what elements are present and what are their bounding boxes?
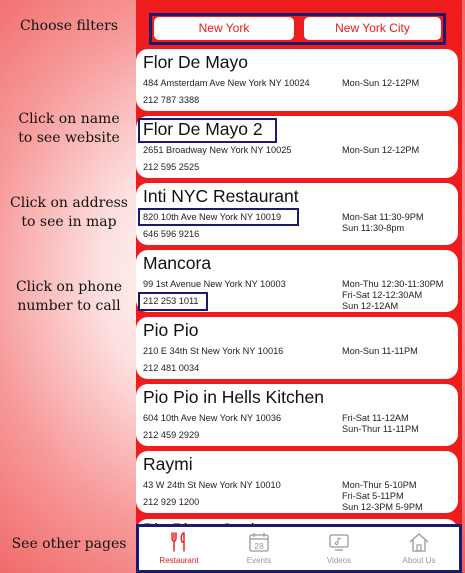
tab-bar: Restaurant 28 Events Videos About Us [136, 524, 462, 573]
restaurant-card: Pio Pio 210 E 34th St New York NY 10016 … [136, 317, 458, 379]
restaurant-phone-link[interactable]: 212 481 0034 [143, 363, 199, 373]
restaurant-name-link[interactable]: Flor De Mayo [143, 52, 248, 73]
restaurant-hours: Mon-Thu 12:30-11:30PM Fri-Sat 12-12:30AM… [342, 279, 443, 312]
annotation-text: to see website [18, 130, 120, 146]
hours-line: Mon-Sat 11:30-9PM [342, 212, 424, 222]
video-icon [329, 534, 349, 551]
hours-line: Fri-Sat 11-12AM [342, 413, 409, 423]
annotation-text: to see in map [21, 214, 117, 230]
annotation-text: Click on address [10, 195, 128, 211]
hours-line: Mon-Thu 12:30-11:30PM [342, 279, 444, 289]
tab-videos[interactable]: Videos [299, 527, 379, 570]
hours-line: Sun-Thur 11-11PM [342, 424, 419, 434]
restaurant-phone-link[interactable]: 212 253 1011 [143, 296, 199, 306]
restaurant-hours: Fri-Sat 11-12AM Sun-Thur 11-11PM [342, 413, 419, 435]
fork-knife-icon [171, 532, 185, 552]
restaurant-address-link[interactable]: 210 E 34th St New York NY 10016 [143, 346, 283, 356]
calendar-day: 28 [254, 541, 264, 551]
hours-line: Fri-Sat 5-11PM [342, 491, 404, 501]
state-filter-button[interactable]: New York [154, 17, 294, 40]
restaurant-name-link[interactable]: Pio Pio [143, 320, 198, 341]
annotation-click-phone: Click on phone number to call [0, 278, 138, 316]
annotation-choose-filters: Choose filters [0, 17, 138, 36]
annotation-click-name: Click on name to see website [0, 110, 138, 148]
tab-about-us[interactable]: About Us [379, 527, 459, 570]
restaurant-address-link[interactable]: 604 10th Ave New York NY 10036 [143, 413, 281, 423]
restaurant-name-link[interactable]: Raymi [143, 454, 193, 475]
restaurant-phone-link[interactable]: 646 596 9216 [143, 229, 199, 239]
restaurant-list[interactable]: Flor De Mayo 484 Amsterdam Ave New York … [136, 49, 458, 518]
annotation-text: number to call [17, 298, 121, 314]
restaurant-hours: Mon-Sun 12-12PM [342, 145, 419, 156]
restaurant-address-link[interactable]: 99 1st Avenue New York NY 10003 [143, 279, 286, 289]
hours-line: Fri-Sat 12-12:30AM [342, 290, 423, 300]
restaurant-name-link[interactable]: Flor De Mayo 2 [143, 119, 263, 140]
hours-line: Mon-Sun 12-12PM [342, 78, 420, 88]
app-screen: New York New York City Flor De Mayo 484 … [136, 0, 462, 573]
annotation-text: See other pages [11, 536, 127, 552]
filter-bar: New York New York City [149, 13, 446, 45]
hours-line: Sun 11:30-8pm [342, 223, 405, 233]
restaurant-hours: Mon-Sun 11-11PM [342, 346, 418, 357]
tab-label: Events [246, 556, 272, 565]
tab-label: About Us [402, 556, 436, 565]
hours-line: Mon-Sun 11-11PM [342, 346, 418, 356]
annotation-text: Click on name [18, 111, 120, 127]
tab-restaurant[interactable]: Restaurant [139, 527, 219, 570]
restaurant-phone-link[interactable]: 212 459 2929 [143, 430, 199, 440]
restaurant-hours: Mon-Sun 12-12PM [342, 78, 419, 89]
restaurant-name-link[interactable]: Inti NYC Restaurant [143, 186, 299, 207]
restaurant-address-link[interactable]: 43 W 24th St New York NY 10010 [143, 480, 281, 490]
restaurant-card: Pio Pio in Hells Kitchen 604 10th Ave Ne… [136, 384, 458, 446]
house-icon [409, 533, 429, 552]
restaurant-card: Mancora 99 1st Avenue New York NY 10003 … [136, 250, 458, 312]
annotation-text: Click on phone [15, 279, 123, 295]
restaurant-card: Raymi 43 W 24th St New York NY 10010 212… [136, 451, 458, 513]
tab-label: Videos [326, 556, 352, 565]
hours-line: Sun 12-12AM [342, 301, 399, 311]
restaurant-card: Flor De Mayo 2 2651 Broadway New York NY… [136, 116, 458, 178]
restaurant-name-link[interactable]: Pio Pio in Hells Kitchen [143, 387, 324, 408]
restaurant-phone-link[interactable]: 212 929 1200 [143, 497, 199, 507]
restaurant-address-link[interactable]: 2651 Broadway New York NY 10025 [143, 145, 291, 155]
restaurant-address-link[interactable]: 484 Amsterdam Ave New York NY 10024 [143, 78, 310, 88]
restaurant-address-link[interactable]: 820 10th Ave New York NY 10019 [143, 212, 281, 222]
annotation-text: Choose filters [19, 18, 119, 34]
restaurant-phone-link[interactable]: 212 787 3388 [143, 95, 199, 105]
calendar-icon: 28 [249, 533, 269, 552]
hours-line: Mon-Thur 5-10PM [342, 480, 417, 490]
hours-line: Mon-Sun 12-12PM [342, 145, 420, 155]
tab-events[interactable]: 28 Events [219, 527, 299, 570]
annotation-click-address: Click on address to see in map [0, 194, 138, 232]
hours-line: Sun 12-3PM 5-9PM [342, 502, 423, 512]
restaurant-card: Inti NYC Restaurant 820 10th Ave New Yor… [136, 183, 458, 245]
restaurant-name-link[interactable]: Mancora [143, 253, 211, 274]
annotation-other-pages: See other pages [0, 535, 138, 554]
restaurant-card: Flor De Mayo 484 Amsterdam Ave New York … [136, 49, 458, 111]
restaurant-hours: Mon-Sat 11:30-9PM Sun 11:30-8pm [342, 212, 424, 234]
restaurant-hours: Mon-Thur 5-10PM Fri-Sat 5-11PM Sun 12-3P… [342, 480, 423, 513]
restaurant-phone-link[interactable]: 212 595 2525 [143, 162, 199, 172]
city-filter-button[interactable]: New York City [304, 17, 441, 40]
tab-label: Restaurant [159, 556, 199, 565]
